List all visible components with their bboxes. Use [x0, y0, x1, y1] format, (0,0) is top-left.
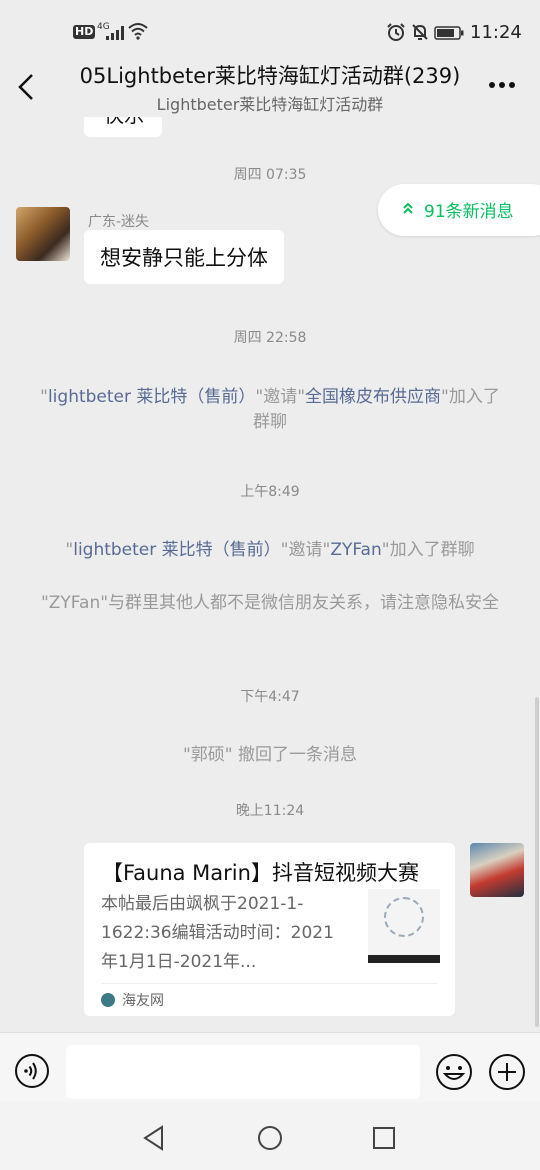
new-messages-button[interactable]: 91条新消息 [378, 184, 540, 236]
nav-home-icon[interactable] [256, 1124, 284, 1152]
message-text: 快乐 [104, 117, 144, 128]
card-thumbnail [368, 889, 440, 963]
clock: 11:24 [470, 22, 522, 43]
inviter-link[interactable]: lightbeter 莱比特（售前） [48, 387, 255, 407]
nav-recents-icon[interactable] [372, 1126, 396, 1150]
chat-header: 05Lightbeter莱比特海缸灯活动群(239) Lightbeter莱比特… [0, 55, 540, 117]
sender-name: 广东-迷失 [88, 214, 150, 230]
card-source: 海友网 [122, 993, 164, 1009]
timestamp: 晚上11:24 [235, 803, 305, 819]
thumbnail-bar [368, 955, 440, 963]
invitee-link[interactable]: ZYFan [330, 540, 381, 560]
card-description: 本帖最后由飒枫于2021-1-1622:36编辑活动时间：2021年1月1日-2… [101, 894, 334, 972]
system-nav-bar [0, 1102, 540, 1170]
signal-icon [106, 26, 124, 40]
message-bubble-partial[interactable]: 快乐 [84, 117, 162, 137]
invitee-link[interactable]: 全国橡皮布供应商 [305, 387, 441, 407]
scrollbar[interactable] [535, 697, 539, 1027]
input-bar [0, 1032, 540, 1103]
message-input[interactable] [66, 1045, 420, 1099]
message-text: 想安静只能上分体 [100, 246, 268, 270]
message-bubble[interactable]: 想安静只能上分体 [84, 230, 284, 284]
double-chevron-up-icon [403, 202, 413, 214]
timestamp: 上午8:49 [240, 484, 300, 500]
chat-subtitle: Lightbeter莱比特海缸灯活动群 [156, 95, 384, 114]
back-icon[interactable] [14, 69, 38, 105]
card-divider [101, 983, 438, 984]
my-avatar[interactable] [470, 843, 524, 897]
timestamp: 下午4:47 [240, 689, 300, 705]
recall-notice: "郭硕" 撤回了一条消息 [182, 745, 358, 765]
qr-logo-image [384, 897, 424, 937]
card-title: 【Fauna Marin】抖音短视频大赛 [102, 861, 419, 885]
link-card[interactable]: 【Fauna Marin】抖音短视频大赛 本帖最后由飒枫于2021-1-1622… [84, 843, 455, 1016]
quote: " [40, 387, 48, 407]
chat-area[interactable]: 快乐 周四 07:35 广东-迷失 想安静只能上分体 91条新消息 周四 22:… [0, 117, 540, 1032]
emoji-icon[interactable] [435, 1053, 473, 1091]
alarm-icon [387, 23, 405, 41]
chat-title: 05Lightbeter莱比特海缸灯活动群(239) [79, 64, 461, 88]
privacy-notice: "ZYFan"与群里其他人都不是微信朋友关系，请注意隐私安全 [40, 593, 500, 613]
timestamp: 周四 22:58 [233, 330, 307, 346]
invite-text: "邀请" [280, 540, 331, 560]
invite-text: "邀请" [255, 387, 306, 407]
system-message: "lightbeter 莱比特（售前）"邀请"ZYFan"加入了群聊 [40, 538, 500, 563]
system-message: "lightbeter 莱比特（售前）"邀请"全国橡皮布供应商"加入了群聊 [40, 385, 500, 435]
timestamp: 周四 07:35 [233, 167, 307, 183]
avatar[interactable] [16, 207, 70, 261]
wifi-icon [128, 23, 148, 40]
more-icon[interactable] [488, 81, 516, 89]
inviter-link[interactable]: lightbeter 莱比特（售前） [73, 540, 280, 560]
plus-icon[interactable] [488, 1053, 526, 1091]
battery-icon [434, 26, 464, 40]
source-logo-icon [101, 993, 115, 1007]
hd-indicator: HD [73, 25, 96, 39]
nav-back-icon[interactable] [140, 1124, 168, 1152]
joined-text: "加入了群聊 [381, 540, 475, 560]
new-messages-label: 91条新消息 [424, 202, 514, 222]
voice-icon[interactable] [14, 1053, 50, 1089]
mute-icon [412, 24, 428, 40]
